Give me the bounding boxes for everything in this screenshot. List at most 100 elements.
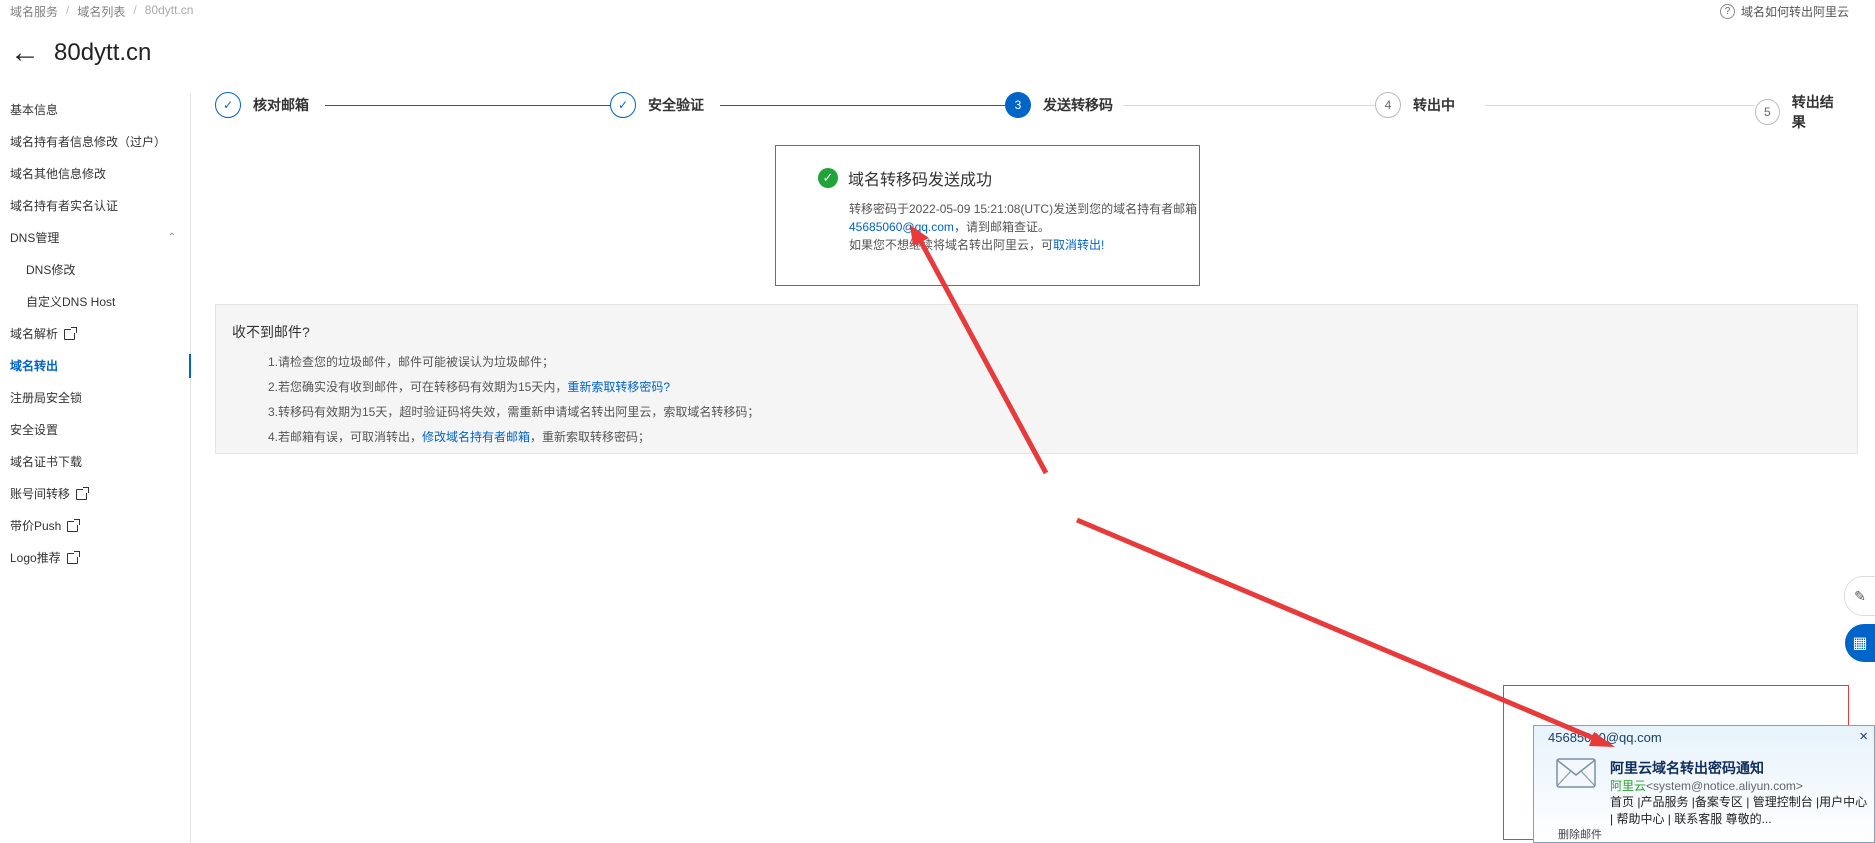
arrow-left-icon[interactable]: ← [10, 38, 40, 68]
check-circle-icon: ✓ [818, 168, 838, 188]
chevron-up-icon: ⌃ [167, 232, 176, 243]
sidebar: 基本信息 域名持有者信息修改（过户） 域名其他信息修改 域名持有者实名认证 DN… [0, 94, 191, 843]
title-bar: ← 80dytt.cn [10, 38, 151, 68]
sidebar-item-dns-management[interactable]: DNS管理 ⌃ [0, 222, 190, 254]
sidebar-item-certificate-download[interactable]: 域名证书下载 [0, 446, 190, 478]
step-verify-email: ✓ 核对邮箱 [215, 92, 319, 118]
breadcrumb-current: 80dytt.cn [144, 3, 194, 17]
external-link-icon [64, 326, 78, 340]
step-label: 发送转移码 [1043, 97, 1113, 113]
sidebar-item-label: 带价Push [10, 519, 62, 533]
modify-holder-email-link[interactable]: 修改域名持有者邮箱 [422, 430, 530, 444]
sender-address: <system@notice.aliyun.com> [1646, 779, 1803, 793]
help-box-list: 1.请检查您的垃圾邮件，邮件可能被误认为垃圾邮件； 2.若您确实没有收到邮件，可… [268, 350, 759, 450]
notification-footer: 删除邮件 [1558, 829, 1602, 841]
external-link-icon [67, 518, 81, 532]
sidebar-item-other-info[interactable]: 域名其他信息修改 [0, 158, 190, 190]
sidebar-item-label: Logo推荐 [10, 551, 61, 565]
sender-name: 阿里云 [1610, 779, 1647, 793]
breadcrumb: 域名服务 / 域名列表 / 80dytt.cn [10, 3, 193, 20]
external-link-icon [76, 486, 90, 500]
sidebar-item-label: 域名证书下载 [10, 455, 83, 469]
cancel-transfer-link[interactable]: 取消转出! [1053, 238, 1104, 252]
help-item-4-suffix: ，重新索取转移密码； [530, 430, 651, 444]
step-label: 核对邮箱 [253, 97, 309, 113]
success-title: ✓ 域名转移码发送成功 [818, 166, 992, 190]
step-label: 转出结果 [1791, 94, 1834, 130]
breadcrumb-domain-service[interactable]: 域名服务 [10, 3, 58, 20]
sidebar-item-custom-dns-host[interactable]: 自定义DNS Host [0, 286, 190, 318]
sidebar-item-label: 注册局安全锁 [10, 391, 83, 405]
help-item-3: 3.转移码有效期为15天，超时验证码将失效，需重新申请域名转出阿里云，索取域名转… [268, 405, 760, 419]
step-connector [1105, 105, 1375, 106]
grid-app-icon[interactable]: ▦ [1845, 624, 1875, 662]
sidebar-item-real-name[interactable]: 域名持有者实名认证 [0, 190, 190, 222]
help-link[interactable]: ? 域名如何转出阿里云 [1719, 3, 1849, 20]
chat-icon[interactable]: ✎ [1844, 576, 1875, 616]
notification-preview: 首页 |产品服务 |备案专区 | 管理控制台 |用户中心 | 帮助中心 | 联系… [1610, 795, 1868, 826]
help-item-4: 4.若邮箱有误，可取消转出，修改域名持有者邮箱，重新索取转移密码； [268, 425, 759, 450]
sidebar-item-domain-transfer-out[interactable]: 域名转出 [0, 350, 191, 382]
step-number: 5 [1755, 99, 1780, 125]
step-label: 转出中 [1413, 97, 1455, 113]
sidebar-item-registry-lock[interactable]: 注册局安全锁 [0, 382, 190, 414]
help-item-1: 1.请检查您的垃圾邮件，邮件可能被误认为垃圾邮件； [268, 355, 555, 369]
success-line-1: 转移密码于2022-05-09 15:21:08(UTC)发送到您的域名持有者邮… [849, 202, 1198, 216]
sidebar-item-dns-resolve[interactable]: 域名解析 [0, 318, 190, 350]
success-message-highlight: ✓ 域名转移码发送成功 转移密码于2022-05-09 15:21:08(UTC… [775, 145, 1200, 286]
success-line-3-prefix: 如果您不想继续将域名转出阿里云，可 [849, 238, 1054, 252]
step-connector [720, 105, 1005, 106]
envelope-icon [1556, 758, 1596, 788]
step-transferring: 4 转出中 [1375, 92, 1465, 118]
success-line-2-suffix: ，请到邮箱查证。 [953, 220, 1050, 234]
help-item-2-text: 2.若您确实没有收到邮件，可在转移码有效期为15天内， [268, 380, 568, 394]
external-link-icon [66, 550, 80, 564]
help-item-2: 2.若您确实没有收到邮件，可在转移码有效期为15天内，重新索取转移密码? [268, 375, 759, 400]
sidebar-item-label: 域名持有者信息修改（过户） [10, 135, 167, 149]
notification-subject: 阿里云域名转出密码通知 [1610, 760, 1764, 776]
sidebar-item-label: 域名转出 [10, 359, 59, 373]
notification-account: 45685060@qq.com [1548, 730, 1662, 745]
page-title: 80dytt.cn [54, 39, 152, 66]
question-circle-icon: ? [1719, 4, 1735, 19]
no-email-help-box: 收不到邮件? 1.请检查您的垃圾邮件，邮件可能被误认为垃圾邮件； 2.若您确实没… [215, 304, 1858, 454]
sidebar-item-price-push[interactable]: 带价Push [0, 510, 190, 542]
check-icon: ✓ [215, 92, 241, 118]
step-result: 5 转出结果 [1755, 92, 1855, 132]
sidebar-item-label: 域名解析 [10, 327, 59, 341]
sidebar-item-label: DNS修改 [26, 263, 76, 277]
check-icon: ✓ [610, 92, 636, 118]
step-connector [1485, 105, 1765, 106]
sidebar-item-label: 域名持有者实名认证 [10, 199, 119, 213]
sidebar-item-label: 自定义DNS Host [26, 295, 116, 309]
help-box-title: 收不到邮件? [232, 324, 310, 340]
breadcrumb-domain-list[interactable]: 域名列表 [77, 3, 125, 20]
notification-sender: 阿里云<system@notice.aliyun.com> [1610, 777, 1803, 794]
step-number: 4 [1375, 92, 1401, 118]
success-line-2: 45685060@qq.com，请到邮箱查证。 [849, 218, 1197, 236]
sidebar-item-label: 账号间转移 [10, 487, 71, 501]
help-item-4-text: 4.若邮箱有误，可取消转出， [268, 430, 423, 444]
help-link-label: 域名如何转出阿里云 [1740, 5, 1849, 19]
sidebar-item-dns-modify[interactable]: DNS修改 [0, 254, 190, 286]
sidebar-item-account-transfer[interactable]: 账号间转移 [0, 478, 190, 510]
breadcrumb-separator: / [66, 3, 70, 17]
holder-email-link[interactable]: 45685060@qq.com [849, 220, 954, 234]
step-security-verify: ✓ 安全验证 [610, 92, 714, 118]
step-send-code: 3 发送转移码 [1005, 92, 1123, 118]
success-details: 转移密码于2022-05-09 15:21:08(UTC)发送到您的域名持有者邮… [849, 200, 1197, 254]
sidebar-item-label: 安全设置 [10, 423, 59, 437]
mail-notification[interactable]: 45685060@qq.com × 阿里云域名转出密码通知 阿里云<system… [1533, 725, 1875, 843]
close-icon[interactable]: × [1859, 728, 1868, 745]
sidebar-item-security-settings[interactable]: 安全设置 [0, 414, 190, 446]
step-label: 安全验证 [648, 97, 704, 113]
sidebar-item-holder-change[interactable]: 域名持有者信息修改（过户） [0, 126, 190, 158]
breadcrumb-separator: / [133, 3, 137, 17]
sidebar-item-logo-recommend[interactable]: Logo推荐 [0, 542, 190, 574]
success-line-3: 如果您不想继续将域名转出阿里云，可取消转出! [849, 236, 1197, 254]
success-title-text: 域名转移码发送成功 [848, 172, 993, 189]
sidebar-item-basic-info[interactable]: 基本信息 [0, 94, 190, 126]
resend-code-link[interactable]: 重新索取转移密码? [567, 380, 670, 394]
sidebar-item-label: 基本信息 [10, 103, 59, 117]
step-number: 3 [1005, 92, 1031, 118]
